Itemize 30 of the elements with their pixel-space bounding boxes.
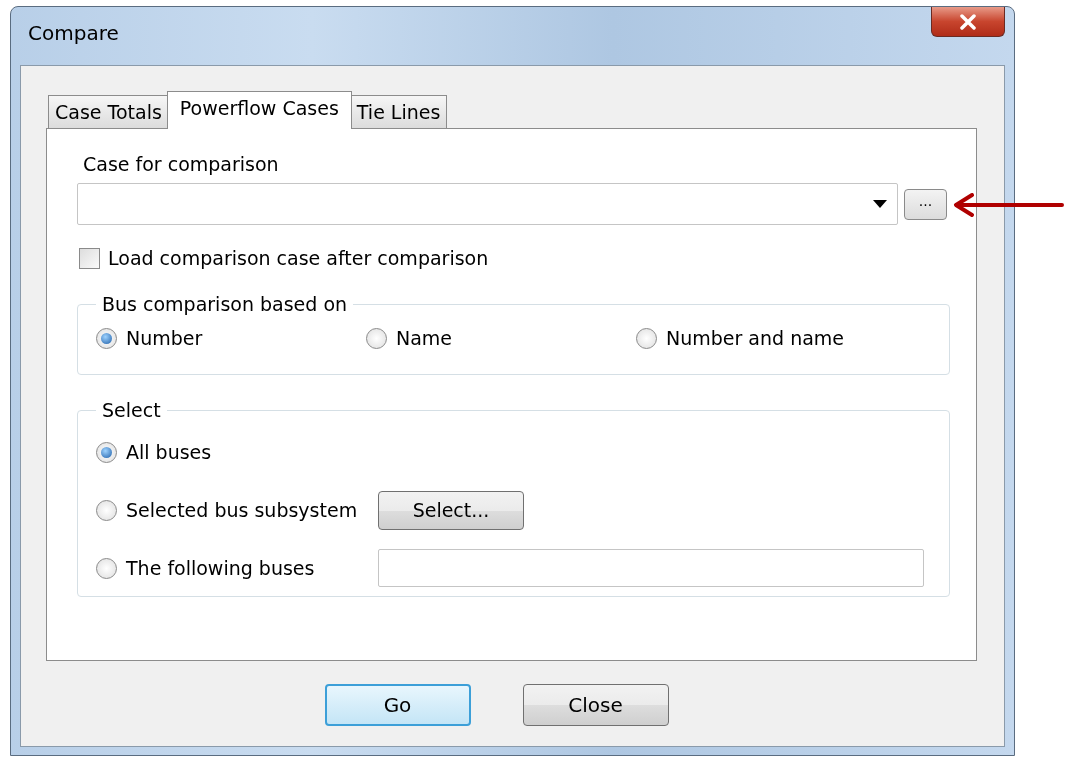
close-button[interactable] <box>931 7 1005 37</box>
browse-button[interactable]: ... <box>904 188 947 220</box>
radio-label: Number <box>126 327 203 349</box>
checkbox-label: Load comparison case after comparison <box>108 247 489 269</box>
radio-label: All buses <box>126 441 212 463</box>
radio-button[interactable] <box>96 327 117 349</box>
tab[interactable]: Powerflow Cases <box>166 91 352 129</box>
radio-button[interactable] <box>96 499 117 521</box>
radio-label: Selected bus subsystem <box>126 499 358 521</box>
radio-label: Name <box>396 327 453 349</box>
checkbox[interactable] <box>79 247 100 269</box>
radio-label: The following buses <box>126 557 315 579</box>
select-button[interactable]: Select... <box>378 490 524 530</box>
radio-button[interactable] <box>366 327 387 349</box>
buses-input-field[interactable] <box>378 549 924 587</box>
window-title: Compare <box>28 21 119 45</box>
group-title: Bus comparison based on <box>102 293 348 315</box>
radio-button[interactable] <box>96 441 117 463</box>
tab[interactable]: Tie Lines <box>349 95 448 128</box>
tab[interactable]: Case Totals <box>48 95 169 128</box>
radio-button[interactable] <box>636 327 657 349</box>
close-icon <box>959 13 977 30</box>
dialog-button[interactable]: Close <box>522 684 669 726</box>
radio-button[interactable] <box>96 557 117 579</box>
radio-label: Number and name <box>666 327 845 349</box>
group-title: Select <box>102 399 161 421</box>
field-label: Case for comparison <box>83 153 280 175</box>
dialog-button[interactable]: Go <box>324 684 471 726</box>
case-dropdown[interactable] <box>77 183 898 225</box>
dropdown-arrow-icon <box>873 200 887 208</box>
